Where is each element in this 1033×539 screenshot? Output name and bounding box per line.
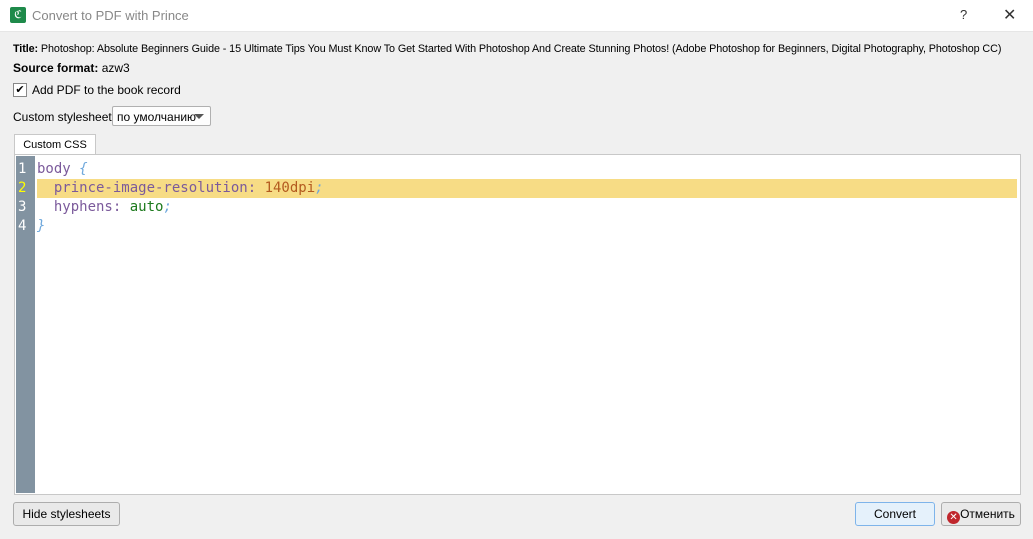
help-button[interactable]: ? — [960, 7, 967, 22]
code-token: ; — [163, 199, 172, 215]
line-number: 1 — [18, 161, 27, 177]
line-number: 2 — [18, 180, 27, 196]
convert-button[interactable]: Convert — [855, 502, 935, 526]
title-bar: ℭ Convert to PDF with Prince ? ✕ — [0, 0, 1033, 32]
format-value: azw3 — [101, 61, 130, 75]
line-number: 3 — [18, 199, 27, 215]
css-editor[interactable]: 1 body {2 prince-image-resolution: 140dpi… — [14, 154, 1021, 495]
title-label: Title: — [13, 43, 38, 55]
cancel-button[interactable]: ✕ Отменить — [941, 502, 1021, 526]
stylesheet-select[interactable]: по умолчанию — [112, 106, 211, 126]
code-token: ; — [315, 180, 324, 196]
stylesheet-value: по умолчанию — [117, 110, 197, 124]
stylesheet-label: Custom stylesheet: — [13, 110, 116, 124]
add-pdf-label[interactable]: Add PDF to the book record — [32, 83, 181, 97]
format-label: Source format: — [13, 61, 99, 75]
add-pdf-checkbox[interactable]: ✔ — [13, 83, 27, 97]
close-button[interactable]: ✕ — [1003, 5, 1016, 25]
code-token: prince-image-resolution: — [37, 180, 265, 196]
cancel-icon: ✕ — [947, 511, 961, 524]
line-number: 4 — [18, 218, 27, 234]
code-token: { — [79, 161, 88, 177]
chevron-down-icon — [194, 114, 204, 119]
code-line: hyphens: auto; — [37, 198, 1017, 217]
code-token: hyphens: — [37, 199, 130, 215]
code-token: body — [37, 161, 80, 177]
code-line: prince-image-resolution: 140dpi; — [37, 179, 1017, 198]
window-title: Convert to PDF with Prince — [32, 8, 189, 23]
book-title: Title: Photoshop: Absolute Beginners Gui… — [13, 43, 1025, 56]
code-token: auto — [129, 199, 164, 215]
code-token: } — [37, 218, 46, 234]
code-token: 140dpi — [264, 180, 316, 196]
app-icon: ℭ — [10, 7, 26, 23]
code-line: } — [37, 217, 1017, 236]
hide-stylesheets-button[interactable]: Hide stylesheets — [13, 502, 120, 526]
cancel-label: Отменить — [960, 507, 1015, 521]
code-line: body { — [37, 160, 1017, 179]
source-format: Source format: azw3 — [13, 61, 130, 75]
tab-custom-css[interactable]: Custom CSS — [14, 134, 96, 155]
title-value: Photoshop: Absolute Beginners Guide - 15… — [40, 43, 1002, 55]
